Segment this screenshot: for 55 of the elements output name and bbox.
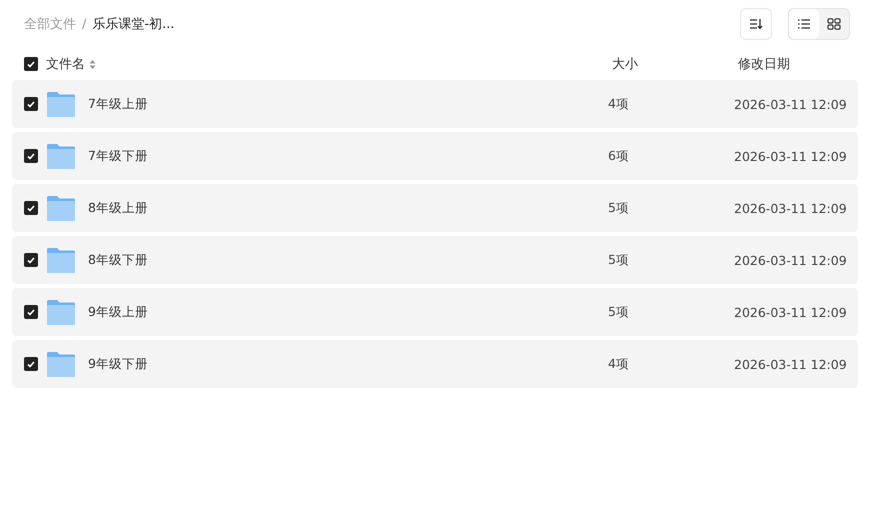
row-checkbox[interactable] <box>24 305 38 319</box>
folder-row[interactable]: 9年级下册 4项 2026-03-11 12:09 <box>12 340 858 388</box>
sort-icon <box>749 18 763 30</box>
breadcrumb-link[interactable]: 乐乐课堂-初... <box>92 15 174 33</box>
folder-name: 8年级下册 <box>88 252 148 268</box>
item-count: 5项 <box>608 304 629 318</box>
check-icon <box>27 256 35 264</box>
row-checkbox[interactable] <box>24 149 38 163</box>
modified-date: 2026-03-11 12:09 <box>734 96 847 112</box>
folder-row[interactable]: 9年级上册 5项 2026-03-11 12:09 <box>12 288 858 336</box>
column-header[interactable]: 文件名 <box>46 55 85 73</box>
item-count: 4项 <box>608 356 629 370</box>
check-icon <box>27 60 35 68</box>
folder-row[interactable]: 7年级上册 4项 2026-03-11 12:09 <box>12 80 858 128</box>
folder-icon <box>46 246 76 274</box>
select-all-checkbox[interactable] <box>24 57 38 71</box>
sort-arrows-icon <box>89 58 96 70</box>
check-icon <box>27 100 35 108</box>
folder-name: 7年级上册 <box>88 96 148 112</box>
item-count: 6项 <box>608 148 629 162</box>
modified-date: 2026-03-11 12:09 <box>734 252 847 268</box>
check-icon <box>27 360 35 368</box>
item-count: 4项 <box>608 96 629 110</box>
folder-row[interactable]: 7年级下册 6项 2026-03-11 12:09 <box>12 132 858 180</box>
folder-name: 9年级下册 <box>88 356 148 372</box>
folder-name: 9年级上册 <box>88 304 148 320</box>
folder-icon <box>46 142 76 170</box>
breadcrumb-separator: / <box>82 16 86 32</box>
column-header: 大小 <box>612 57 638 72</box>
modified-date: 2026-03-11 12:09 <box>734 200 847 216</box>
row-checkbox[interactable] <box>24 253 38 267</box>
modified-date: 2026-03-11 12:09 <box>734 356 847 372</box>
column-header: 修改日期 <box>738 57 790 72</box>
modified-date: 2026-03-11 12:09 <box>734 304 847 320</box>
folder-icon <box>46 90 76 118</box>
folder-icon <box>46 298 76 326</box>
folder-name: 8年级上册 <box>88 200 148 216</box>
list-icon <box>797 18 811 30</box>
list-view-button[interactable] <box>789 9 819 39</box>
modified-date: 2026-03-11 12:09 <box>734 148 847 164</box>
check-icon <box>27 152 35 160</box>
grid-icon <box>827 18 841 30</box>
check-icon <box>27 308 35 316</box>
check-icon <box>27 204 35 212</box>
item-count: 5项 <box>608 252 629 266</box>
row-checkbox[interactable] <box>24 201 38 215</box>
folder-row[interactable]: 8年级下册 5项 2026-03-11 12:09 <box>12 236 858 284</box>
sort-button[interactable] <box>740 8 772 40</box>
row-checkbox[interactable] <box>24 357 38 371</box>
folder-row[interactable]: 8年级上册 5项 2026-03-11 12:09 <box>12 184 858 232</box>
folder-name: 7年级下册 <box>88 148 148 164</box>
folder-icon <box>46 194 76 222</box>
row-checkbox[interactable] <box>24 97 38 111</box>
folder-icon <box>46 350 76 378</box>
item-count: 5项 <box>608 200 629 214</box>
